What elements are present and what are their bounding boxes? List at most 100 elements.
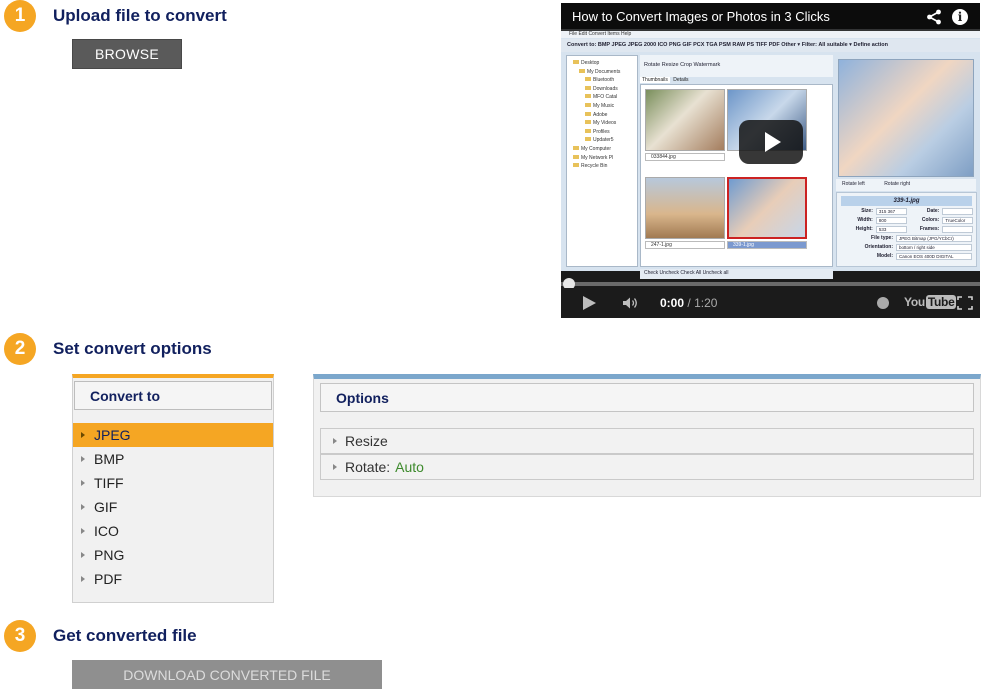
- current-time: 0:00: [660, 296, 685, 310]
- property-value: [942, 208, 973, 215]
- app-file-name: 339-1.jpg: [841, 196, 972, 206]
- format-label: JPEG: [94, 427, 131, 443]
- tree-item: My Computer: [573, 145, 637, 154]
- folder-icon: [585, 120, 591, 125]
- play-control-icon[interactable]: [583, 296, 596, 310]
- step-1-title: Upload file to convert: [53, 6, 227, 25]
- format-item-jpeg[interactable]: JPEG: [73, 423, 273, 447]
- folder-icon: [585, 85, 591, 90]
- youtube-logo-you: You: [904, 295, 925, 309]
- volume-icon[interactable]: [622, 296, 640, 310]
- format-item-ico[interactable]: ICO: [73, 519, 273, 543]
- property-key: Date:: [926, 208, 940, 214]
- arrow-right-icon: [81, 432, 85, 438]
- tab-details: Details: [673, 77, 689, 83]
- format-label: ICO: [94, 523, 119, 539]
- tree-item-label: MFO Catal: [593, 94, 618, 101]
- step-2-title: Set convert options: [53, 339, 212, 358]
- thumb-image-3: [645, 177, 725, 239]
- step-3-header: 3 Get converted file: [4, 620, 197, 652]
- thumb-label-1: 033844.jpg: [645, 153, 725, 161]
- rotate-value: Auto: [395, 459, 424, 475]
- format-item-pdf[interactable]: PDF: [73, 567, 273, 591]
- property-key: Height:: [855, 226, 873, 232]
- tree-item-label: Recycle Bin: [581, 163, 608, 170]
- resize-option[interactable]: Resize: [320, 428, 974, 454]
- step-3-number: 3: [4, 620, 36, 652]
- tree-item-label: Desktop: [581, 60, 600, 66]
- rotate-label: Rotate:: [345, 459, 391, 475]
- folder-icon: [585, 94, 591, 99]
- property-value: JPEG Bitmap (JPG/YCbCr): [896, 235, 972, 242]
- app-properties-panel: 339-1.jpg Size: 315 367 Date: Width: 800 Colo…: [836, 192, 977, 267]
- app-folder-tree: Desktop My Documents Bluetooth Downloads MFO…: [566, 55, 638, 267]
- app-bottom-bar: Check Uncheck Check All Uncheck all: [640, 269, 833, 279]
- browse-button[interactable]: BROWSE: [72, 39, 182, 69]
- rotate-right-label: Rotate right: [884, 181, 911, 187]
- step-2-number: 2: [4, 333, 36, 365]
- video-time: 0:00 / 1:20: [660, 296, 717, 310]
- step-3-title: Get converted file: [53, 626, 197, 645]
- property-value: bottom / right side: [896, 244, 972, 251]
- format-label: PDF: [94, 571, 122, 587]
- rotate-left-label: Rotate left: [842, 181, 865, 187]
- info-icon[interactable]: i: [952, 9, 968, 25]
- folder-icon: [585, 137, 591, 142]
- property-value: TrueColor: [942, 217, 973, 224]
- tree-item-label: Adobe: [593, 111, 608, 118]
- options-heading: Options: [320, 383, 974, 412]
- arrow-right-icon: [81, 576, 85, 582]
- folder-icon: [585, 102, 591, 107]
- youtube-logo-tube: Tube: [925, 295, 957, 309]
- format-list: JPEG BMP TIFF GIF ICO PNG PDF: [73, 423, 273, 591]
- property-row: Size: 315 367 Date:: [837, 206, 976, 215]
- arrow-right-icon: [81, 528, 85, 534]
- time-separator: /: [687, 296, 691, 310]
- tree-item-label: My Computer: [581, 145, 612, 152]
- tree-item: Downloads: [573, 85, 637, 94]
- share-icon[interactable]: [926, 9, 942, 25]
- download-converted-file-button[interactable]: DOWNLOAD CONVERTED FILE: [72, 660, 382, 689]
- app-thumb-tabs: Thumbnails Details: [640, 77, 691, 83]
- property-row: File type: JPEG Bitmap (JPG/YCbCr): [837, 233, 976, 242]
- convert-to-panel: Convert to JPEG BMP TIFF GIF ICO PNG PDF: [72, 374, 274, 603]
- tree-item: Bluetooth: [573, 76, 637, 85]
- property-key: Model:: [876, 253, 893, 259]
- expand-arrow-icon: [333, 438, 337, 444]
- format-item-gif[interactable]: GIF: [73, 495, 273, 519]
- format-item-png[interactable]: PNG: [73, 543, 273, 567]
- tree-item: Recycle Bin: [573, 162, 637, 171]
- convert-to-heading: Convert to: [74, 381, 272, 410]
- video-progress-bar[interactable]: [561, 282, 980, 286]
- folder-icon: [573, 154, 579, 159]
- big-play-button[interactable]: [739, 120, 803, 164]
- watch-later-icon[interactable]: [877, 297, 889, 309]
- format-label: BMP: [94, 451, 125, 467]
- video-controls: 0:00 / 1:20 You Tube: [561, 288, 980, 318]
- fullscreen-icon[interactable]: [957, 296, 973, 310]
- tree-item: My Music: [573, 102, 637, 111]
- video-title[interactable]: How to Convert Images or Photos in 3 Cli…: [561, 3, 980, 31]
- tree-item-label: Updater5: [593, 137, 614, 144]
- format-label: PNG: [94, 547, 125, 563]
- property-key: Size:: [861, 208, 873, 214]
- rotate-option[interactable]: Rotate: Auto: [320, 454, 974, 480]
- arrow-right-icon: [81, 552, 85, 558]
- app-rotate-bar: Rotate left Rotate right: [836, 179, 976, 191]
- step-1-header: 1 Upload file to convert: [4, 0, 227, 32]
- property-value: 315 367: [875, 208, 907, 215]
- folder-icon: [573, 145, 579, 150]
- property-value: [942, 226, 973, 233]
- tree-item-label: My Network Pl: [581, 154, 614, 161]
- folder-icon: [573, 60, 579, 64]
- youtube-logo[interactable]: You Tube: [904, 295, 957, 309]
- property-value: 533: [875, 226, 907, 233]
- tree-item: My Network Pl: [573, 154, 637, 163]
- format-item-bmp[interactable]: BMP: [73, 447, 273, 471]
- duration: 1:20: [694, 296, 718, 310]
- video-player[interactable]: File Edit Convert Items Help Convert to:…: [561, 3, 980, 318]
- options-panel: Options Resize Rotate: Auto: [313, 374, 981, 497]
- format-item-tiff[interactable]: TIFF: [73, 471, 273, 495]
- tree-item: Adobe: [573, 111, 637, 120]
- app-thumbnails: 033844.jpg 247-1.jpg 339-1.jpg: [640, 84, 833, 267]
